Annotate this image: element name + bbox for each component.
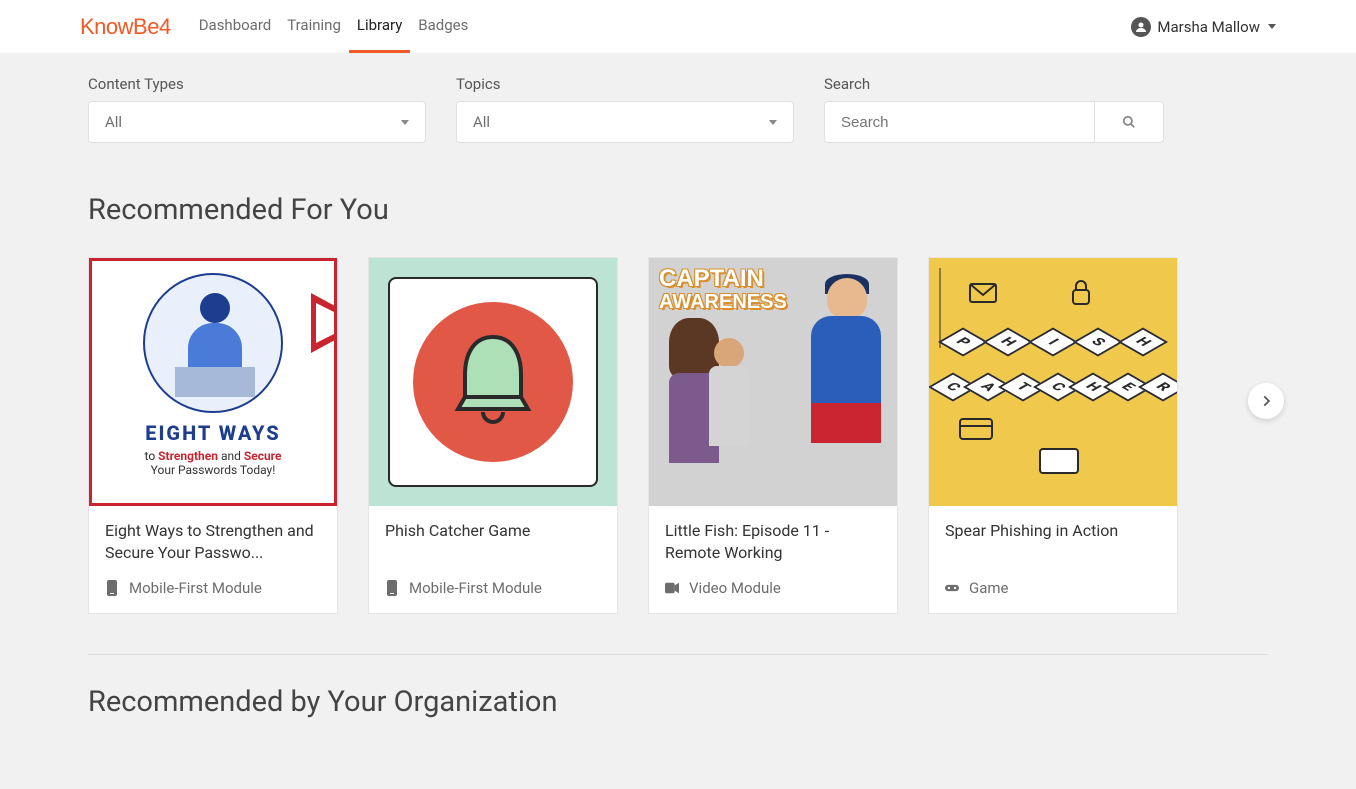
card-body: Spear Phishing in Action Game xyxy=(929,506,1177,613)
mobile-icon xyxy=(385,580,399,596)
thumb-caption: CAPTAIN AWARENESS xyxy=(659,268,787,311)
content-card[interactable]: EIGHT WAYS to Strengthen and Secure Your… xyxy=(88,257,338,614)
card-title: Eight Ways to Strengthen and Secure Your… xyxy=(105,520,321,565)
thumb-heading: EIGHT WAYS xyxy=(100,421,326,445)
game-icon xyxy=(945,582,959,594)
card-meta: Mobile-First Module xyxy=(105,579,321,597)
card-row: EIGHT WAYS to Strengthen and Secure Your… xyxy=(88,257,1268,614)
navbar: KnowBe4 Dashboard Training Library Badge… xyxy=(0,0,1356,53)
nav-badges[interactable]: Badges xyxy=(410,0,476,53)
card-meta: Mobile-First Module xyxy=(385,579,601,597)
section-title-recommended: Recommended For You xyxy=(88,193,1268,227)
mobile-icon xyxy=(105,580,119,596)
select-topics[interactable]: All xyxy=(456,101,794,143)
search-button[interactable] xyxy=(1094,101,1164,143)
search-icon xyxy=(1122,115,1136,129)
main-container: Content Types All Topics All Search Reco… xyxy=(88,53,1268,789)
card-body: Phish Catcher Game Mobile-First Module xyxy=(369,506,617,613)
card-title: Spear Phishing in Action xyxy=(945,520,1161,542)
card-type-label: Mobile-First Module xyxy=(129,579,262,597)
section-title-org-recommended: Recommended by Your Organization xyxy=(88,685,1268,719)
user-icon xyxy=(1131,17,1151,37)
thumb-subtext: to Strengthen and Secure xyxy=(100,449,326,463)
nav-training[interactable]: Training xyxy=(279,0,349,53)
chevron-down-icon xyxy=(401,120,409,125)
card-thumbnail: P H I S H C A T C H E R xyxy=(929,258,1177,506)
filter-label-topics: Topics xyxy=(456,75,794,93)
card-meta: Video Module xyxy=(665,579,881,597)
filter-label-content-types: Content Types xyxy=(88,75,426,93)
filter-search: Search xyxy=(824,75,1164,143)
card-type-label: Game xyxy=(969,579,1009,597)
nav-left: KnowBe4 Dashboard Training Library Badge… xyxy=(80,0,476,53)
card-type-label: Video Module xyxy=(689,579,781,597)
filter-content-types: Content Types All xyxy=(88,75,426,143)
filter-topics: Topics All xyxy=(456,75,794,143)
card-title: Little Fish: Episode 11 - Remote Working xyxy=(665,520,881,565)
bell-icon xyxy=(443,327,543,437)
card-title: Phish Catcher Game xyxy=(385,520,601,542)
user-menu[interactable]: Marsha Mallow xyxy=(1131,17,1276,37)
nav-links: Dashboard Training Library Badges xyxy=(191,0,477,53)
card-body: Little Fish: Episode 11 - Remote Working… xyxy=(649,506,897,613)
card-meta: Game xyxy=(945,579,1161,597)
nav-dashboard[interactable]: Dashboard xyxy=(191,0,280,53)
section-divider xyxy=(88,654,1268,655)
card-type-label: Mobile-First Module xyxy=(409,579,542,597)
filters-row: Content Types All Topics All Search xyxy=(88,75,1268,143)
card-body: Eight Ways to Strengthen and Secure Your… xyxy=(89,506,337,613)
filter-label-search: Search xyxy=(824,75,1164,93)
chevron-down-icon xyxy=(769,120,777,125)
video-icon xyxy=(665,582,679,594)
select-content-types-value: All xyxy=(105,113,122,131)
user-name: Marsha Mallow xyxy=(1157,18,1260,36)
content-card[interactable]: P H I S H C A T C H E R xyxy=(928,257,1178,614)
card-thumbnail: CAPTAIN AWARENESS xyxy=(649,258,897,506)
select-content-types[interactable]: All xyxy=(88,101,426,143)
content-card[interactable]: CAPTAIN AWARENESS Little Fish: Episode 1… xyxy=(648,257,898,614)
card-thumbnail xyxy=(369,258,617,506)
card-thumbnail: EIGHT WAYS to Strengthen and Secure Your… xyxy=(89,258,337,506)
content-card[interactable]: Phish Catcher Game Mobile-First Module xyxy=(368,257,618,614)
recommended-carousel: EIGHT WAYS to Strengthen and Secure Your… xyxy=(88,257,1268,614)
chevron-down-icon xyxy=(1268,24,1276,29)
chevron-right-icon xyxy=(1259,394,1273,408)
search-wrap xyxy=(824,101,1164,143)
select-topics-value: All xyxy=(473,113,490,131)
brand-logo[interactable]: KnowBe4 xyxy=(80,14,171,40)
search-input[interactable] xyxy=(824,101,1094,143)
thumb-subtext-2: Your Passwords Today! xyxy=(100,463,326,477)
nav-library[interactable]: Library xyxy=(349,0,410,53)
carousel-next-button[interactable] xyxy=(1248,383,1284,419)
